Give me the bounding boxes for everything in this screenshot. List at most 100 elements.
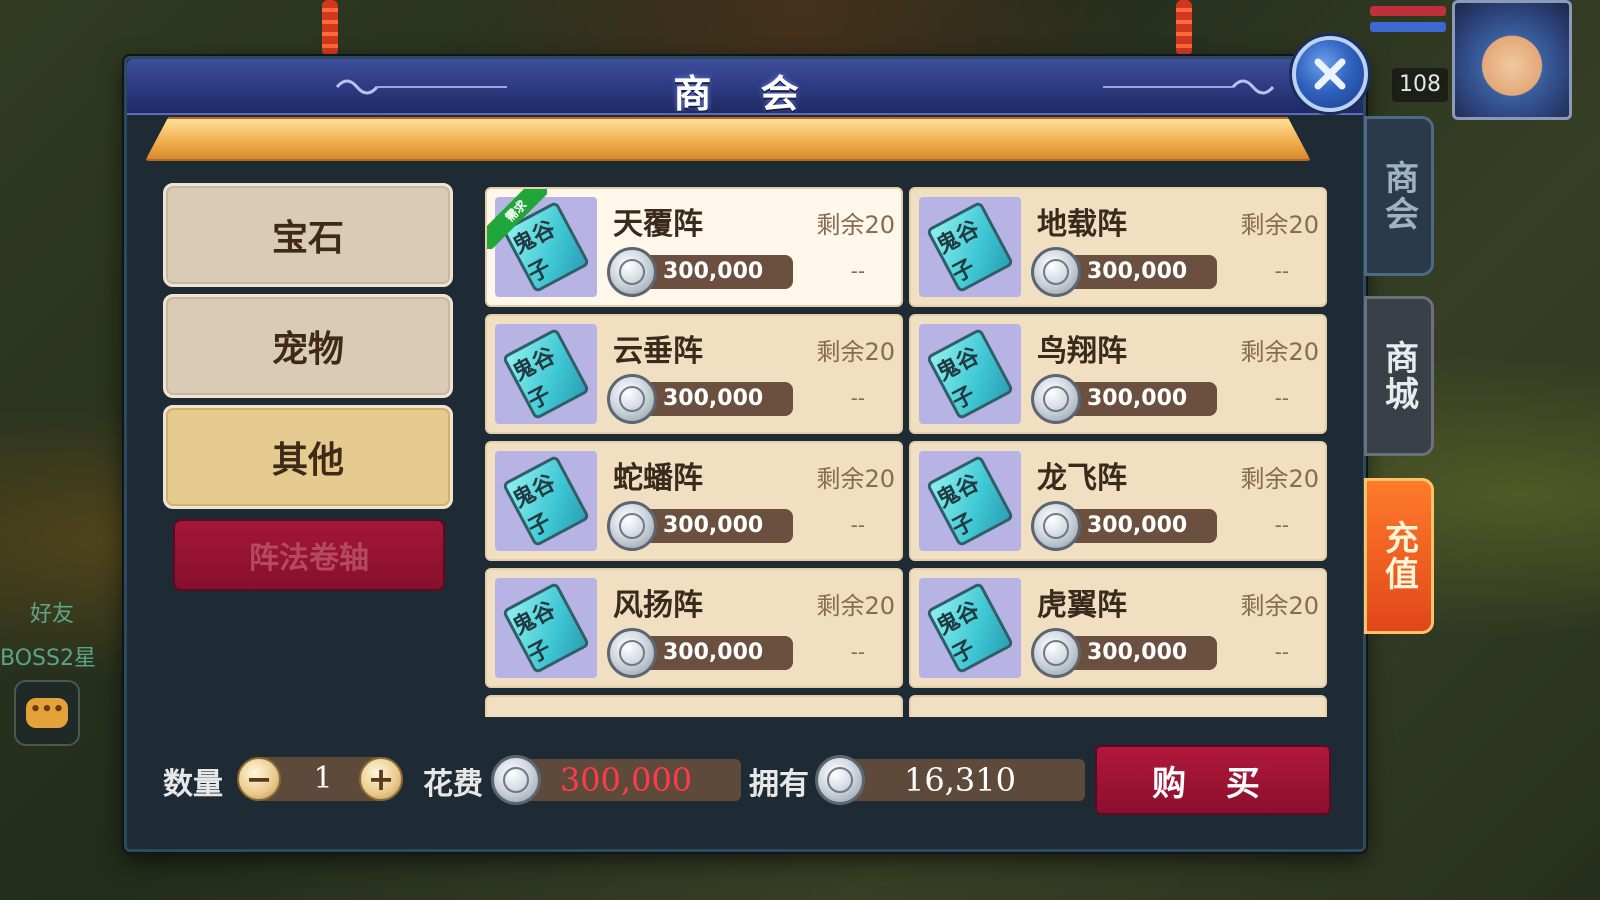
- silver-coin-icon: [607, 374, 657, 424]
- silver-coin-icon: [1031, 628, 1081, 678]
- subcategory-formation-scrolls-button[interactable]: 阵法卷轴: [173, 519, 445, 591]
- item-remaining: 剩余20: [1240, 592, 1319, 620]
- item-remaining: 剩余20: [816, 592, 895, 620]
- rope-decoration-left: [322, 0, 338, 56]
- player-level-badge: 108: [1392, 68, 1448, 102]
- item-price: 300,000: [1057, 382, 1217, 416]
- item-price: 300,000: [1057, 636, 1217, 670]
- item-status: --: [1274, 259, 1289, 283]
- item-card[interactable]: 鬼谷子 龙飞阵 剩余20 300,000 --: [909, 441, 1327, 561]
- item-price: 300,000: [1057, 509, 1217, 543]
- item-status: --: [850, 640, 865, 664]
- item-remaining: 剩余20: [816, 211, 895, 239]
- item-card-partial[interactable]: [485, 695, 903, 717]
- item-card[interactable]: 鬼谷子 云垂阵 剩余20 300,000 --: [485, 314, 903, 434]
- item-card[interactable]: 鬼谷子 蛇蟠阵 剩余20 300,000 --: [485, 441, 903, 561]
- item-status: --: [850, 513, 865, 537]
- chat-bubble-icon: •••: [26, 698, 68, 728]
- buy-button[interactable]: 购 买: [1095, 745, 1331, 815]
- item-card[interactable]: 鬼谷子 地载阵 剩余20 300,000 --: [909, 187, 1327, 307]
- player-avatar[interactable]: [1452, 0, 1572, 120]
- item-name: 风扬阵: [613, 588, 703, 623]
- item-status: --: [1274, 513, 1289, 537]
- scroll-book-icon: 鬼谷子: [925, 581, 1015, 675]
- owned-label: 拥有: [749, 767, 809, 802]
- close-icon: [1314, 58, 1346, 90]
- item-status: --: [850, 386, 865, 410]
- item-icon: 鬼谷子: [919, 197, 1021, 297]
- scroll-book-icon: 鬼谷子: [501, 454, 591, 548]
- item-card[interactable]: 鬼谷子 鸟翔阵 剩余20 300,000 --: [909, 314, 1327, 434]
- dialog-title-bar: 商 会: [127, 59, 1363, 116]
- item-name: 云垂阵: [613, 334, 703, 369]
- silver-coin-icon: [607, 247, 657, 297]
- silver-coin-icon: [1031, 374, 1081, 424]
- item-status: --: [1274, 386, 1289, 410]
- category-tab-pets[interactable]: 宠物: [163, 294, 453, 398]
- item-icon: 鬼谷子: [495, 578, 597, 678]
- category-tab-label: 宝石: [271, 218, 344, 259]
- rope-decoration-right: [1176, 0, 1192, 56]
- side-tab-label: 商城: [1378, 340, 1419, 412]
- minus-icon: −: [245, 760, 273, 798]
- cost-label: 花费: [423, 767, 483, 802]
- demand-tag: 需求: [487, 189, 547, 249]
- item-price: 300,000: [633, 636, 793, 670]
- item-status: --: [1274, 640, 1289, 664]
- category-tab-other[interactable]: 其他: [163, 405, 453, 509]
- item-status: --: [850, 259, 865, 283]
- category-tab-label: 宠物: [271, 329, 344, 370]
- silver-coin-icon: [1031, 501, 1081, 551]
- side-tab-mall[interactable]: 商城: [1364, 296, 1434, 456]
- close-button[interactable]: [1292, 36, 1368, 112]
- item-icon: 鬼谷子: [495, 324, 597, 424]
- quantity-plus-button[interactable]: +: [359, 757, 403, 801]
- scroll-book-icon: 鬼谷子: [501, 327, 591, 421]
- buy-button-label: 购 买: [1152, 763, 1274, 804]
- scroll-book-icon: 鬼谷子: [925, 327, 1015, 421]
- item-card[interactable]: 鬼谷子 虎翼阵 剩余20 300,000 --: [909, 568, 1327, 688]
- plus-icon: +: [367, 760, 395, 798]
- item-name: 天覆阵: [613, 207, 703, 242]
- item-icon: 鬼谷子: [919, 324, 1021, 424]
- world-label-friend: 好友: [30, 602, 75, 627]
- item-remaining: 剩余20: [816, 338, 895, 366]
- category-tab-label: 其他: [271, 440, 344, 481]
- category-tab-gems[interactable]: 宝石: [163, 183, 453, 287]
- world-label-boss: BOSS2星: [0, 646, 96, 671]
- side-tab-label: 商会: [1378, 160, 1419, 232]
- item-price: 300,000: [633, 509, 793, 543]
- dialog-title: 商 会: [673, 72, 817, 116]
- item-remaining: 剩余20: [816, 465, 895, 493]
- item-icon: 鬼谷子: [919, 578, 1021, 678]
- silver-coin-icon: [607, 628, 657, 678]
- item-price: 300,000: [633, 255, 793, 289]
- item-icon: 鬼谷子: [919, 451, 1021, 551]
- item-name: 虎翼阵: [1037, 588, 1127, 623]
- item-icon: 鬼谷子: [495, 451, 597, 551]
- item-remaining: 剩余20: [1240, 211, 1319, 239]
- item-card[interactable]: 鬼谷子 风扬阵 剩余20 300,000 --: [485, 568, 903, 688]
- chamber-of-commerce-dialog: 商 会 宝石 宠物 其他 阵法卷轴 鬼谷子 需求 天覆阵 剩余20 300,00…: [124, 56, 1366, 852]
- item-card[interactable]: 鬼谷子 需求 天覆阵 剩余20 300,000 --: [485, 187, 903, 307]
- quantity-label: 数量: [163, 767, 223, 802]
- scroll-book-icon: 鬼谷子: [925, 200, 1015, 294]
- cost-value: 300,000: [511, 759, 741, 801]
- quantity-minus-button[interactable]: −: [237, 757, 281, 801]
- item-name: 蛇蟠阵: [613, 461, 703, 496]
- item-card-partial[interactable]: [909, 695, 1327, 717]
- side-tab-commerce[interactable]: 商会: [1364, 116, 1434, 276]
- item-name: 龙飞阵: [1037, 461, 1127, 496]
- title-banner-decoration: [145, 117, 1311, 161]
- silver-coin-icon: [491, 755, 541, 805]
- scroll-book-icon: 鬼谷子: [925, 454, 1015, 548]
- scroll-book-icon: 鬼谷子: [501, 581, 591, 675]
- item-price: 300,000: [1057, 255, 1217, 289]
- item-price: 300,000: [633, 382, 793, 416]
- chat-button[interactable]: •••: [14, 680, 80, 746]
- item-name: 鸟翔阵: [1037, 334, 1127, 369]
- silver-coin-icon: [607, 501, 657, 551]
- side-tab-recharge[interactable]: 充值: [1364, 478, 1434, 634]
- item-grid: 鬼谷子 需求 天覆阵 剩余20 300,000 -- 鬼谷子 地载阵 剩余20 …: [485, 187, 1331, 717]
- hud-status-bars: [1370, 0, 1446, 40]
